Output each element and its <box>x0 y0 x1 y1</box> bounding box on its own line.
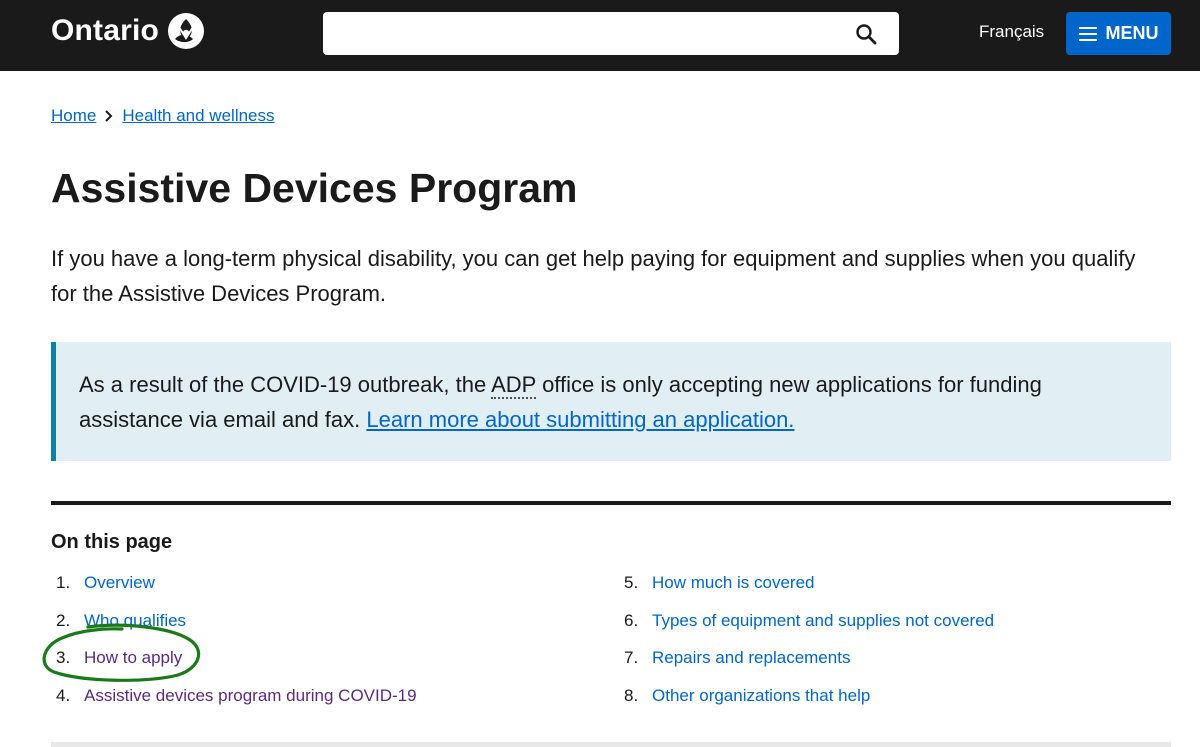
site-header: Ontario Français MENU <box>0 0 1200 71</box>
how-much-covered-link[interactable]: How much is covered <box>652 573 815 611</box>
not-covered-link[interactable]: Types of equipment and supplies not cove… <box>652 611 994 649</box>
callout-text: As a result of the COVID-19 outbreak, th… <box>79 367 1139 437</box>
overview-link[interactable]: Overview <box>84 573 155 611</box>
list-item: 1. Overview <box>56 573 417 611</box>
list-item: 4. Assistive devices program during COVI… <box>56 686 417 724</box>
breadcrumb-home-link[interactable]: Home <box>51 106 96 126</box>
on-this-page-list-right: 5. How much is covered 6. Types of equip… <box>624 573 994 723</box>
repairs-link[interactable]: Repairs and replacements <box>652 648 850 686</box>
trillium-logo-icon <box>168 13 205 49</box>
logo-text: Ontario <box>51 14 160 47</box>
list-number: 5. <box>624 573 639 592</box>
lead-paragraph: If you have a long-term physical disabil… <box>51 246 1136 306</box>
adp-abbreviation[interactable]: ADP <box>491 372 536 399</box>
hamburger-icon <box>1078 26 1097 41</box>
learn-more-link[interactable]: Learn more about submitting an applicati… <box>366 407 794 432</box>
covid-program-link[interactable]: Assistive devices program during COVID-1… <box>84 686 417 724</box>
search-box <box>323 12 899 55</box>
callout-text-start: As a result of the COVID-19 outbreak, th… <box>79 372 492 397</box>
list-item: 7. Repairs and replacements <box>624 648 994 686</box>
page-title: Assistive Devices Program <box>51 165 578 211</box>
breadcrumb: Home Health and wellness <box>51 106 275 126</box>
list-number: 6. <box>624 610 639 630</box>
language-toggle-link[interactable]: Français <box>979 22 1044 42</box>
covid-notice-callout: As a result of the COVID-19 outbreak, th… <box>51 342 1171 461</box>
section-divider <box>51 501 1171 505</box>
list-item: 8. Other organizations that help <box>624 686 994 724</box>
other-organizations-link[interactable]: Other organizations that help <box>652 686 870 724</box>
list-number: 8. <box>624 685 639 705</box>
menu-label: MENU <box>1105 23 1159 43</box>
list-number: 7. <box>624 648 639 667</box>
search-icon[interactable] <box>855 23 877 45</box>
on-this-page-heading: On this page <box>51 531 173 553</box>
list-item: 6. Types of equipment and supplies not c… <box>624 611 994 649</box>
next-section-edge <box>51 742 1171 747</box>
menu-button[interactable]: MENU <box>1066 12 1171 55</box>
list-number: 4. <box>56 685 71 705</box>
breadcrumb-health-link[interactable]: Health and wellness <box>122 106 274 126</box>
list-item: 5. How much is covered <box>624 573 994 611</box>
ontario-logo[interactable]: Ontario <box>51 12 205 50</box>
chevron-right-icon <box>105 110 113 122</box>
list-number: 1. <box>56 573 71 592</box>
hand-drawn-circle-annotation <box>42 623 201 682</box>
search-input[interactable] <box>335 12 859 55</box>
